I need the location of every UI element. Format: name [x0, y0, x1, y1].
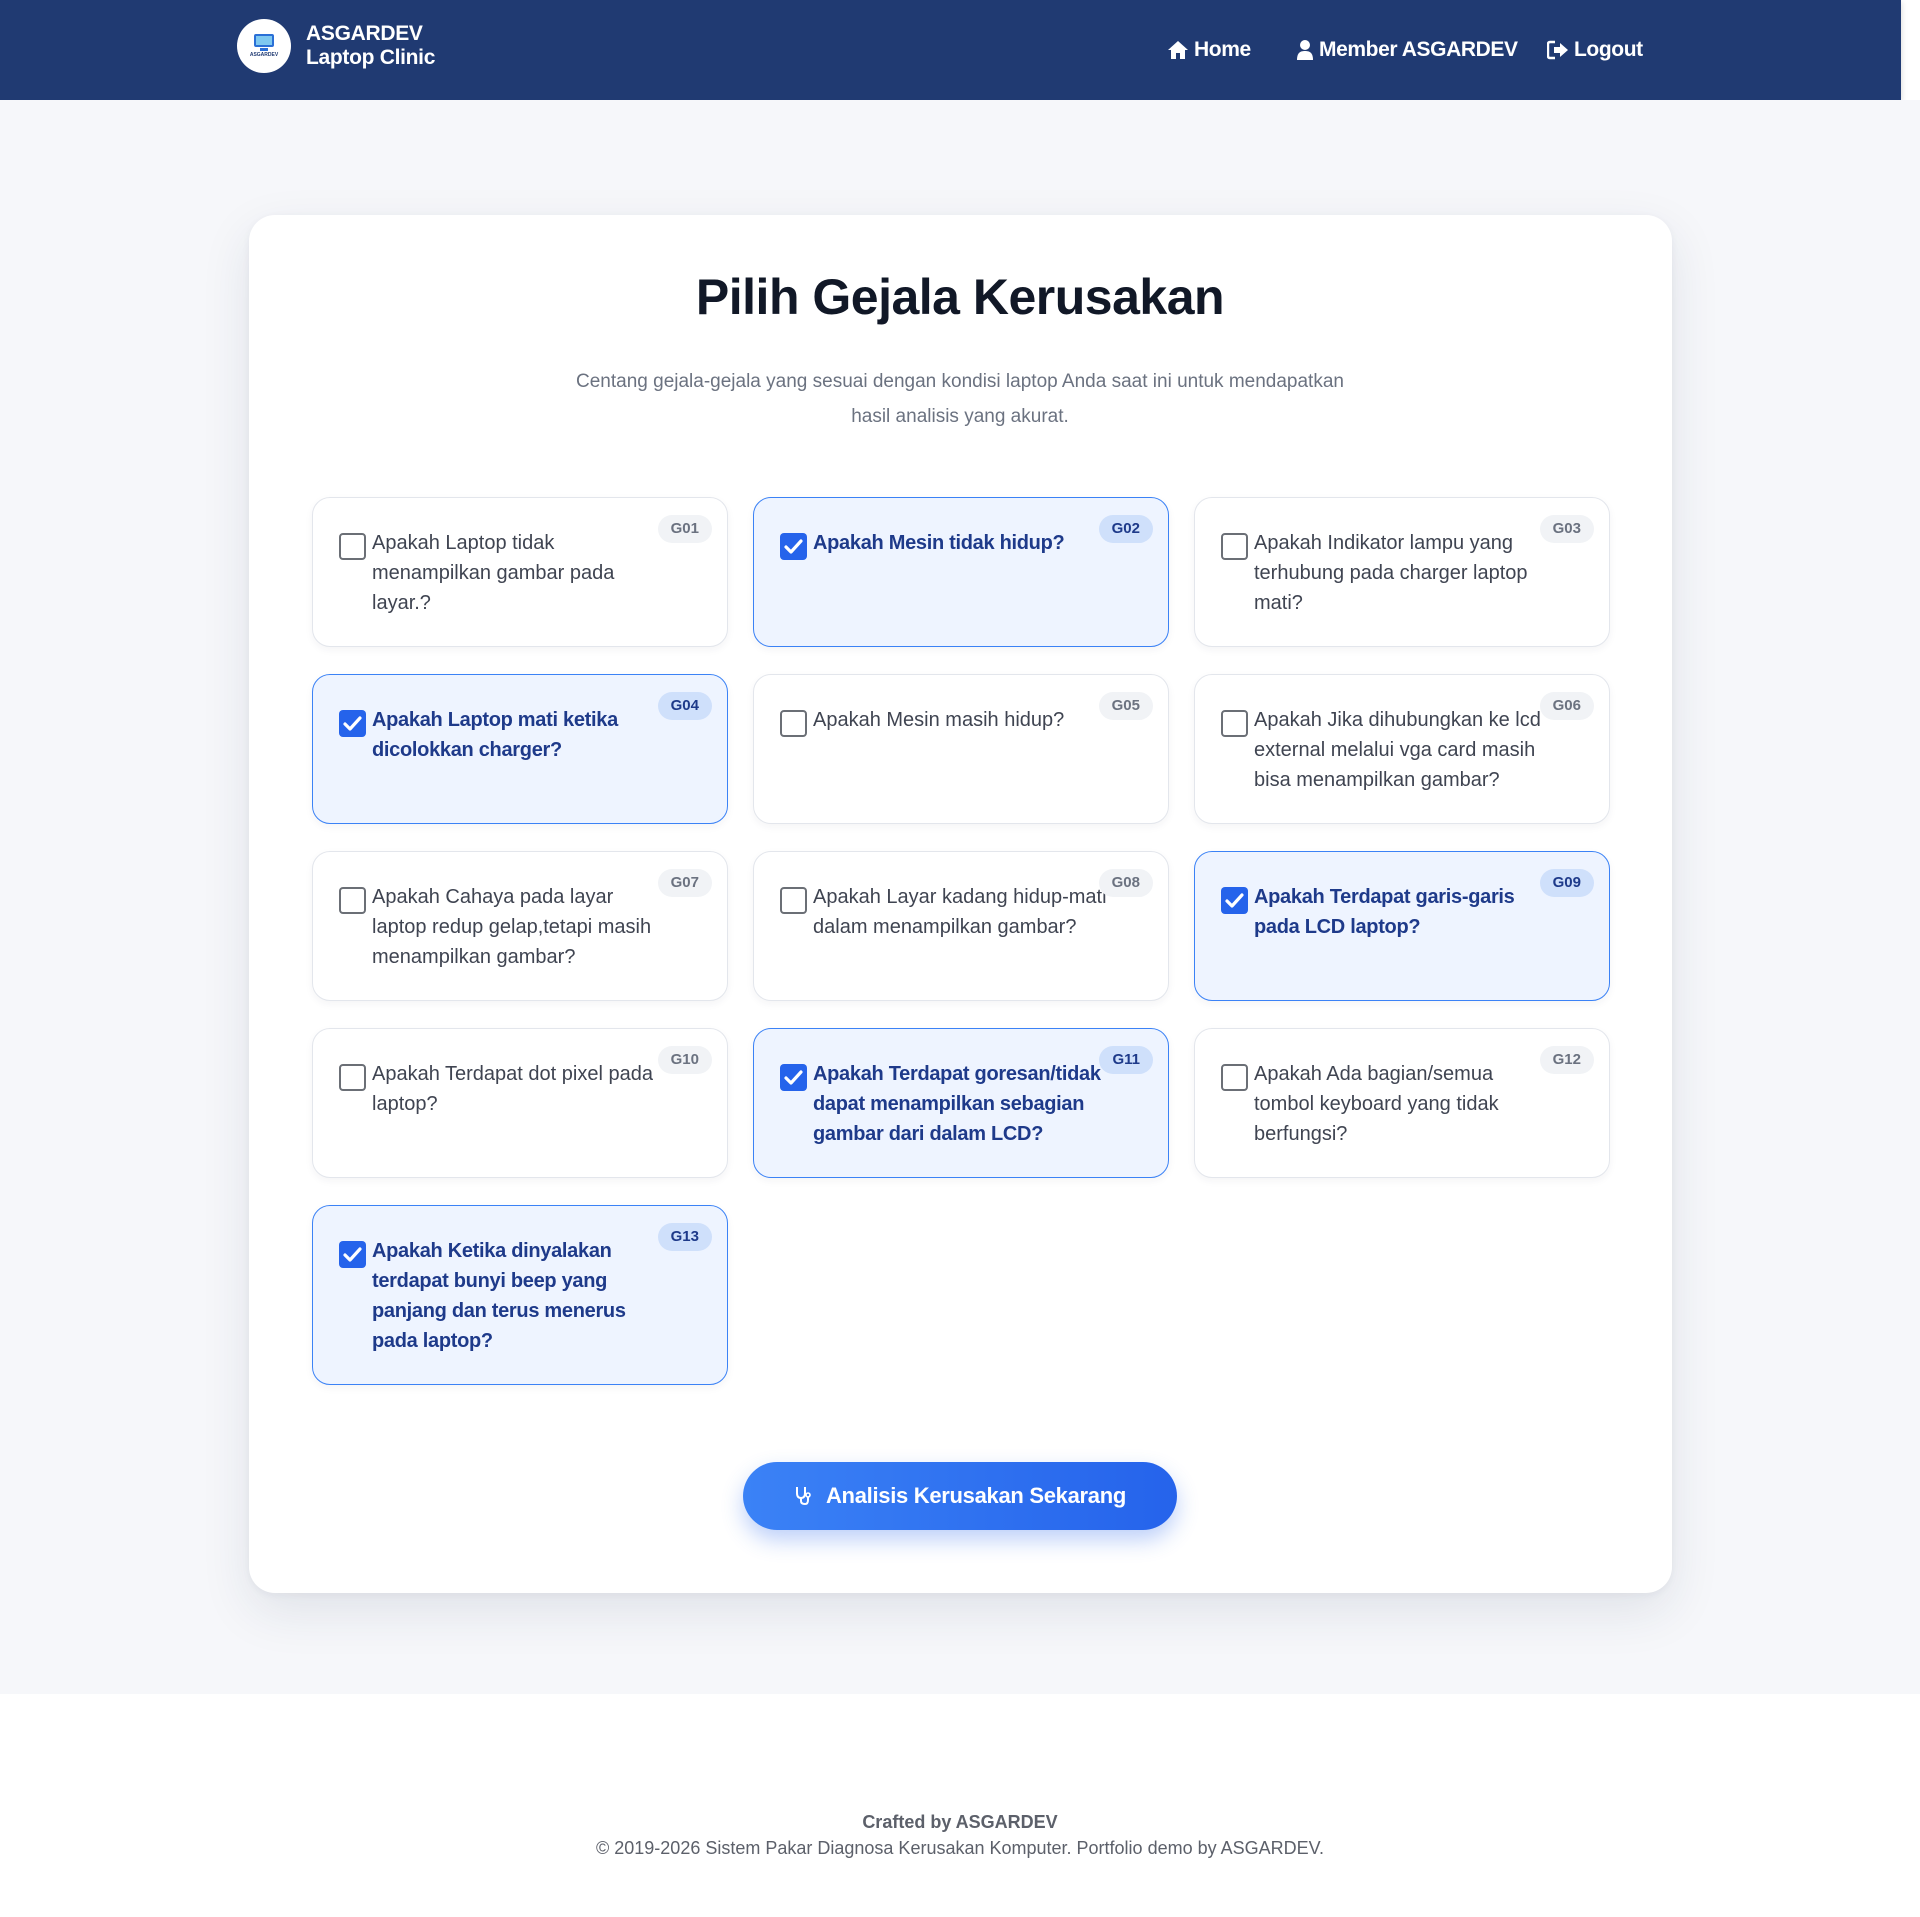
stethoscope-icon: [795, 1487, 811, 1506]
symptom-checkbox[interactable]: [1221, 887, 1248, 914]
checkmark-icon: [1225, 893, 1244, 908]
checkmark-icon: [343, 716, 362, 731]
symptom-checkbox[interactable]: [780, 710, 807, 737]
symptom-label: Apakah Mesin masih hidup?: [813, 709, 1065, 731]
checkmark-icon: [784, 539, 803, 554]
symptom-option-g13[interactable]: Apakah Ketika dinyalakan terdapat bunyi …: [312, 1205, 728, 1385]
symptom-code-badge: G13: [657, 1223, 712, 1251]
brand-name-line1: ASGARDEV: [306, 22, 423, 45]
symptom-code-badge: G04: [657, 692, 712, 720]
page-title: Pilih Gejala Kerusakan: [695, 269, 1225, 325]
symptom-checkbox[interactable]: [780, 533, 807, 560]
footer-credit: Crafted by ASGARDEV: [862, 1812, 1058, 1832]
symptom-label: Apakah Cahaya pada layar laptop redup ge…: [372, 886, 652, 968]
symptom-checkbox[interactable]: [339, 887, 366, 914]
nav-home-label: Home: [1194, 38, 1251, 61]
symptom-option-g12[interactable]: Apakah Ada bagian/semua tombol keyboard …: [1194, 1028, 1610, 1178]
brand-name-line2: Laptop Clinic: [306, 46, 436, 69]
analyze-button-label: Analisis Kerusakan Sekarang: [825, 1483, 1127, 1508]
brand-logo: ASGARDEV: [237, 19, 291, 73]
symptom-code-badge: G10: [657, 1046, 712, 1074]
brand-name: ASGARDEV Laptop Clinic: [306, 22, 435, 70]
symptom-option-g03[interactable]: Apakah Indikator lampu yang terhubung pa…: [1194, 497, 1610, 647]
symptom-checkbox[interactable]: [1221, 710, 1248, 737]
symptom-checkbox[interactable]: [339, 1241, 366, 1268]
symptom-code-badge: G07: [657, 869, 712, 897]
brand[interactable]: ASGARDEV ASGARDEV Laptop Clinic: [237, 19, 435, 73]
symptom-option-g11[interactable]: Apakah Terdapat goresan/tidak dapat mena…: [753, 1028, 1169, 1178]
symptom-label: Apakah Ketika dinyalakan terdapat bunyi …: [372, 1240, 626, 1352]
symptom-option-g10[interactable]: Apakah Terdapat dot pixel pada laptop? G1…: [312, 1028, 728, 1178]
symptom-label: Apakah Layar kadang hidup-mati dalam men…: [813, 886, 1107, 938]
symptom-label: Apakah Terdapat dot pixel pada laptop?: [372, 1063, 653, 1115]
symptom-option-g04[interactable]: Apakah Laptop mati ketika dicolokkan cha…: [312, 674, 728, 824]
checkmark-icon: [343, 1247, 362, 1262]
footer-copyright: © 2019-2026 Sistem Pakar Diagnosa Kerusa…: [596, 1838, 1324, 1858]
symptom-label: Apakah Terdapat goresan/tidak dapat mena…: [813, 1063, 1101, 1145]
symptom-option-g01[interactable]: Apakah Laptop tidak menampilkan gambar p…: [312, 497, 728, 647]
symptom-label: Apakah Laptop mati ketika dicolokkan cha…: [372, 709, 618, 761]
symptom-label: Apakah Terdapat garis-garis pada LCD lap…: [1254, 886, 1515, 938]
symptom-checkbox[interactable]: [339, 533, 366, 560]
symptom-code-badge: G05: [1098, 692, 1153, 720]
symptom-option-g05[interactable]: Apakah Mesin masih hidup? G05: [753, 674, 1169, 824]
symptom-code-badge: G12: [1539, 1046, 1594, 1074]
symptom-code-badge: G03: [1539, 515, 1594, 543]
nav-member-link[interactable]: Member ASGARDEV: [1296, 0, 1518, 100]
logo-text: ASGARDEV: [249, 52, 279, 58]
symptom-code-badge: G01: [657, 515, 712, 543]
top-navbar: ASGARDEV ASGARDEV Laptop Clinic Home Mem…: [0, 0, 1901, 100]
nav-logout-link[interactable]: Logout: [1547, 0, 1643, 100]
symptom-checkbox[interactable]: [1221, 533, 1248, 560]
analyze-button[interactable]: Analisis Kerusakan Sekarang: [743, 1462, 1177, 1530]
symptom-checkbox[interactable]: [339, 1064, 366, 1091]
user-icon: [1297, 40, 1313, 60]
symptom-checkbox[interactable]: [1221, 1064, 1248, 1091]
home-icon: [1168, 41, 1188, 59]
symptom-option-g07[interactable]: Apakah Cahaya pada layar laptop redup ge…: [312, 851, 728, 1001]
symptom-option-g06[interactable]: Apakah Jika dihubungkan ke lcd external …: [1194, 674, 1610, 824]
symptom-code-badge: G06: [1539, 692, 1594, 720]
laptop-icon: [254, 34, 274, 47]
symptom-label: Apakah Jika dihubungkan ke lcd external …: [1254, 709, 1541, 791]
symptom-code-badge: G11: [1099, 1046, 1153, 1074]
symptom-option-g08[interactable]: Apakah Layar kadang hidup-mati dalam men…: [753, 851, 1169, 1001]
symptom-checkbox[interactable]: [780, 1064, 807, 1091]
nav-home-link[interactable]: Home: [1167, 0, 1251, 100]
symptom-option-g09[interactable]: Apakah Terdapat garis-garis pada LCD lap…: [1194, 851, 1610, 1001]
symptom-label: Apakah Laptop tidak menampilkan gambar p…: [372, 532, 615, 614]
nav-logout-label: Logout: [1574, 38, 1643, 61]
symptom-checkbox[interactable]: [780, 887, 807, 914]
symptom-label: Apakah Mesin tidak hidup?: [813, 532, 1065, 554]
nav-member-label: Member ASGARDEV: [1319, 38, 1518, 61]
checkmark-icon: [784, 1070, 803, 1085]
symptom-label: Apakah Ada bagian/semua tombol keyboard …: [1254, 1063, 1499, 1145]
page-subtitle: Centang gejala-gejala yang sesuai dengan…: [576, 371, 1344, 427]
symptom-code-badge: G02: [1098, 515, 1153, 543]
symptom-checkbox[interactable]: [339, 710, 366, 737]
symptom-code-badge: G09: [1539, 869, 1594, 897]
symptom-option-g02[interactable]: Apakah Mesin tidak hidup? G02: [753, 497, 1169, 647]
logout-icon: [1547, 40, 1568, 60]
symptom-code-badge: G08: [1098, 869, 1153, 897]
symptom-label: Apakah Indikator lampu yang terhubung pa…: [1254, 532, 1528, 614]
